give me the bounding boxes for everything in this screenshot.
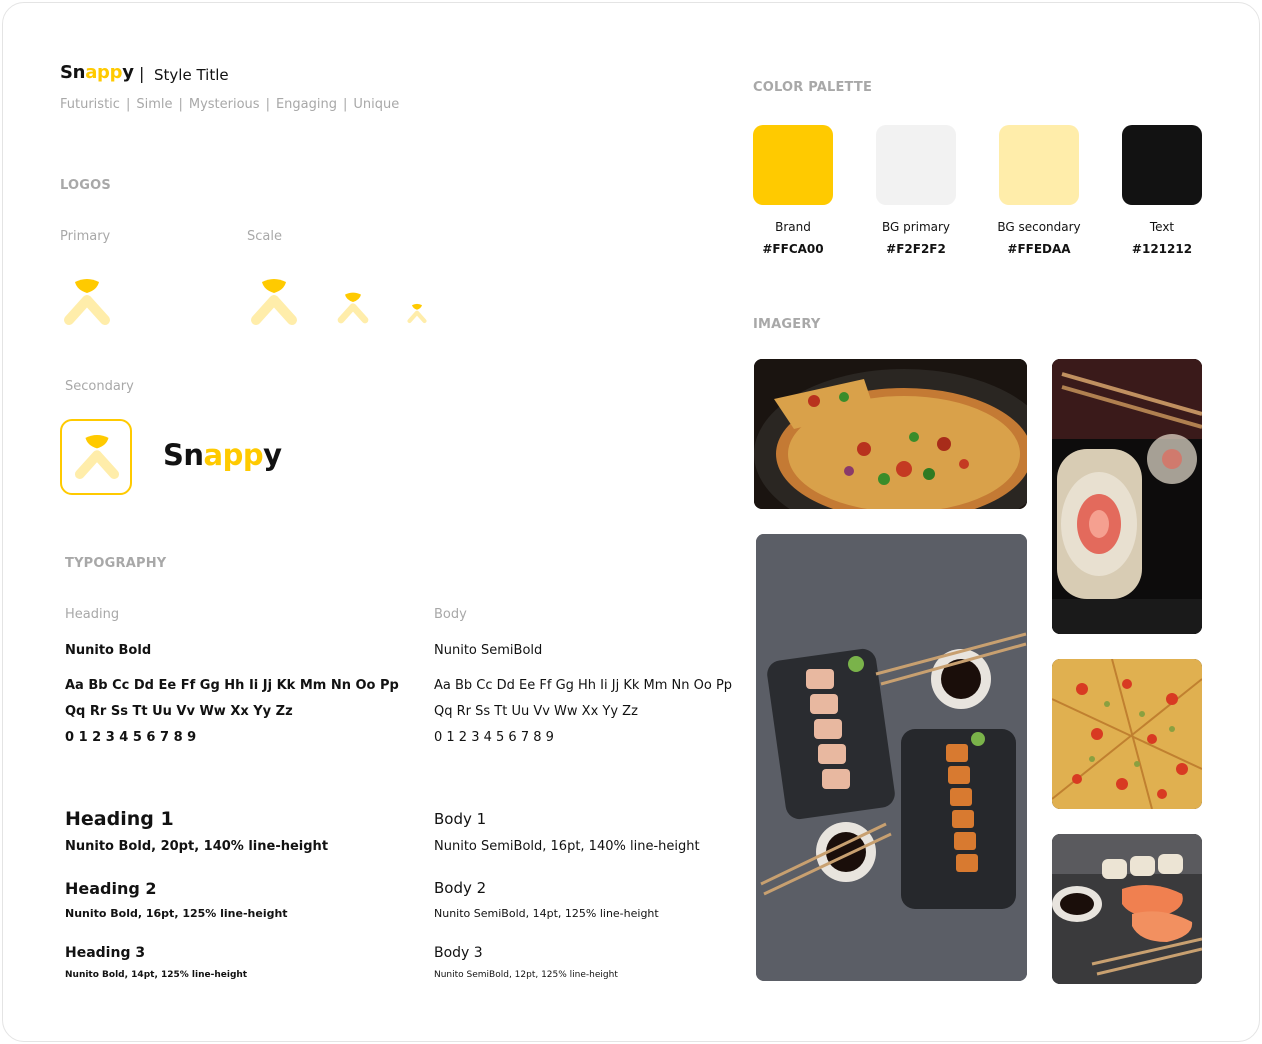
- imagery-section-title: IMAGERY: [753, 317, 821, 332]
- heading-label: Heading: [65, 607, 120, 622]
- swatch-text-name: Text: [1149, 220, 1175, 234]
- heading-1-spec: Nunito Bold, 20pt, 140% line-height: [65, 839, 329, 854]
- style-tags: Futuristic | Simle | Mysterious | Engaging | Uni…: [60, 97, 400, 112]
- swatch-bg-secondary-name: BG secondary: [997, 220, 1081, 234]
- scale-logo-medium-icon: [337, 292, 369, 324]
- swatch-text-hex: #121212: [1131, 242, 1193, 256]
- heading-2-sample: Heading 2: [65, 879, 157, 898]
- swatch-brand-hex: #FFCA00: [762, 242, 824, 256]
- tag: Engaging: [275, 97, 337, 112]
- swatch-bg-primary: [876, 125, 956, 205]
- swatch-text: [1122, 125, 1202, 205]
- body-3-spec: Nunito SemiBold, 12pt, 125% line-height: [434, 970, 618, 980]
- heading-1-sample: Heading 1: [65, 808, 174, 830]
- glyph-line: Qq Rr Ss Tt Uu Vv Ww Xx Yy Zz: [434, 704, 638, 719]
- heading-font-name: Nunito Bold: [65, 643, 152, 658]
- swatch-brand-name: Brand: [775, 220, 811, 234]
- tag: Futuristic: [60, 97, 120, 112]
- primary-logo-label: Primary: [60, 229, 111, 244]
- body-glyphs: Aa Bb Cc Dd Ee Ff Gg Hh Ii Jj Kk Mm Nn O…: [434, 673, 732, 751]
- brand-wordmark: Snappy: [60, 62, 134, 83]
- glyph-line: Qq Rr Ss Tt Uu Vv Ww Xx Yy Zz: [65, 704, 293, 719]
- scale-logo-small-icon: [407, 303, 427, 324]
- secondary-logo-icon: [74, 434, 120, 480]
- color-palette-section-title: COLOR PALETTE: [753, 80, 873, 95]
- pizza-slices-photo: [1052, 659, 1202, 809]
- heading-3-spec: Nunito Bold, 14pt, 125% line-height: [65, 970, 248, 980]
- glyph-line: Aa Bb Cc Dd Ee Ff Gg Hh Ii Jj Kk Mm Nn O…: [65, 678, 399, 693]
- salmon-nigiri-photo: [1052, 834, 1202, 984]
- heading-glyphs: Aa Bb Cc Dd Ee Ff Gg Hh Ii Jj Kk Mm Nn O…: [65, 673, 399, 751]
- swatch-bg-secondary: [999, 125, 1079, 205]
- body-label: Body: [434, 607, 467, 622]
- pizza-pan-photo: [754, 359, 1027, 509]
- tag: Unique: [353, 97, 400, 112]
- swatch-bg-primary-name: BG primary: [881, 220, 951, 234]
- secondary-logo-label: Secondary: [65, 379, 134, 394]
- body-font-name: Nunito SemiBold: [434, 643, 543, 658]
- sushi-platter-photo: [756, 534, 1027, 981]
- heading-3-sample: Heading 3: [65, 945, 146, 961]
- body-2-sample: Body 2: [434, 879, 487, 897]
- glyph-line: Aa Bb Cc Dd Ee Ff Gg Hh Ii Jj Kk Mm Nn O…: [434, 678, 733, 693]
- scale-logo-large-icon: [251, 279, 297, 325]
- secondary-wordmark: Snappy: [163, 438, 282, 472]
- tag: Mysterious: [188, 97, 260, 112]
- body-1-spec: Nunito SemiBold, 16pt, 140% line-height: [434, 839, 700, 854]
- body-2-spec: Nunito SemiBold, 14pt, 125% line-height: [434, 907, 659, 920]
- primary-logo-icon: [64, 279, 110, 325]
- tag: Simle: [136, 97, 173, 112]
- glyph-line: 0 1 2 3 4 5 6 7 8 9: [434, 730, 554, 745]
- swatch-bg-primary-hex: #F2F2F2: [886, 242, 946, 256]
- heading-2-spec: Nunito Bold, 16pt, 125% line-height: [65, 907, 288, 920]
- glyph-line: 0 1 2 3 4 5 6 7 8 9: [65, 730, 197, 745]
- typography-section-title: TYPOGRAPHY: [65, 556, 167, 571]
- scale-logo-label: Scale: [247, 229, 282, 244]
- sushi-roll-photo: [1052, 359, 1202, 634]
- body-3-sample: Body 3: [434, 945, 483, 961]
- secondary-logo-badge: [60, 419, 132, 495]
- title-separator: |: [139, 64, 145, 83]
- logos-section-title: LOGOS: [60, 178, 111, 193]
- body-1-sample: Body 1: [434, 810, 487, 828]
- swatch-bg-secondary-hex: #FFEDAA: [1007, 242, 1071, 256]
- swatch-brand: [753, 125, 833, 205]
- style-title: Style Title: [154, 66, 229, 84]
